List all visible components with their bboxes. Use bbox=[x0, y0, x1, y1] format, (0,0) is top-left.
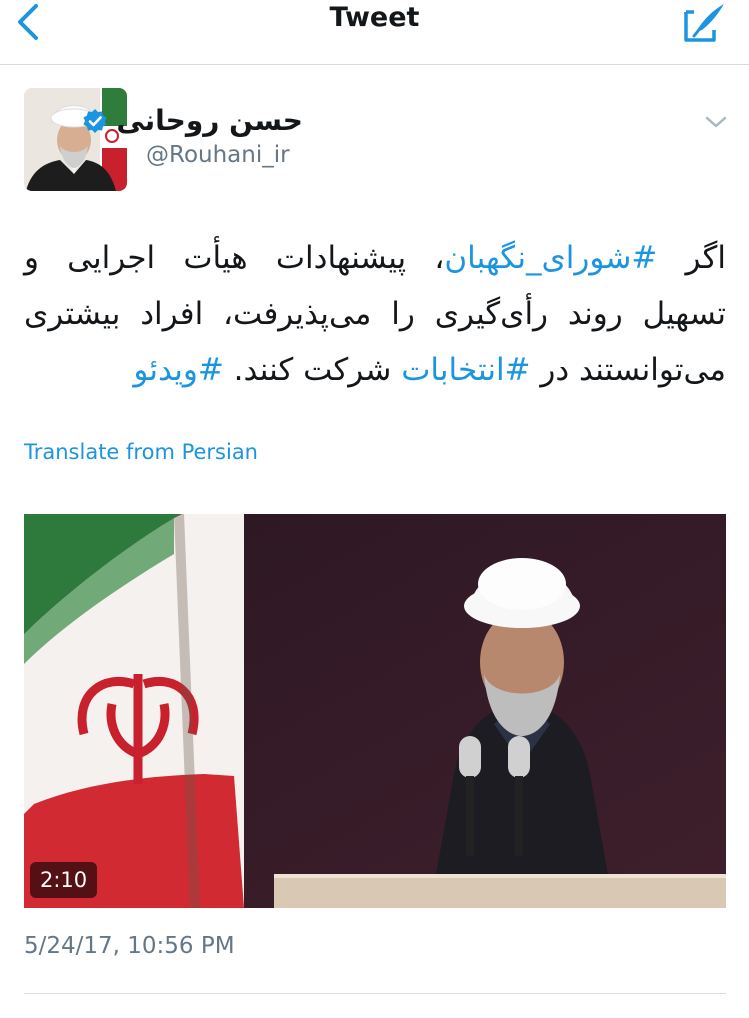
tweet-text: اگر #شورای_نگهبان، پیشنهادات هیأت اجرایی… bbox=[24, 230, 726, 398]
translate-link[interactable]: Translate from Persian bbox=[24, 440, 258, 464]
tweet-text-part: اگر bbox=[657, 240, 727, 276]
video-player[interactable] bbox=[24, 514, 726, 908]
divider bbox=[24, 993, 726, 994]
verified-badge-icon bbox=[83, 108, 107, 133]
hashtag-link[interactable]: #انتخابات bbox=[401, 352, 530, 388]
compose-tweet-icon bbox=[684, 4, 724, 42]
hashtag-link[interactable]: #شورای_نگهبان bbox=[444, 240, 657, 276]
video-thumbnail bbox=[24, 514, 726, 908]
tweet-options-button[interactable] bbox=[702, 110, 730, 134]
hashtag-link[interactable]: #ویدئو bbox=[133, 352, 224, 388]
navigation-bar: Tweet bbox=[0, 0, 749, 65]
page-title: Tweet bbox=[329, 2, 420, 33]
author-name[interactable]: حسن روحانی bbox=[82, 104, 303, 137]
chevron-down-icon bbox=[705, 116, 727, 128]
author-handle[interactable]: @Rouhani_ir bbox=[146, 142, 290, 168]
display-name-text: حسن روحانی bbox=[116, 104, 303, 137]
tweet-text-part: شرکت کنند. bbox=[223, 352, 402, 388]
video-duration-badge: 2:10 bbox=[30, 862, 98, 898]
tweet-timestamp: 5/24/17, 10:56 PM bbox=[24, 933, 235, 959]
compose-tweet-button[interactable] bbox=[680, 0, 728, 44]
